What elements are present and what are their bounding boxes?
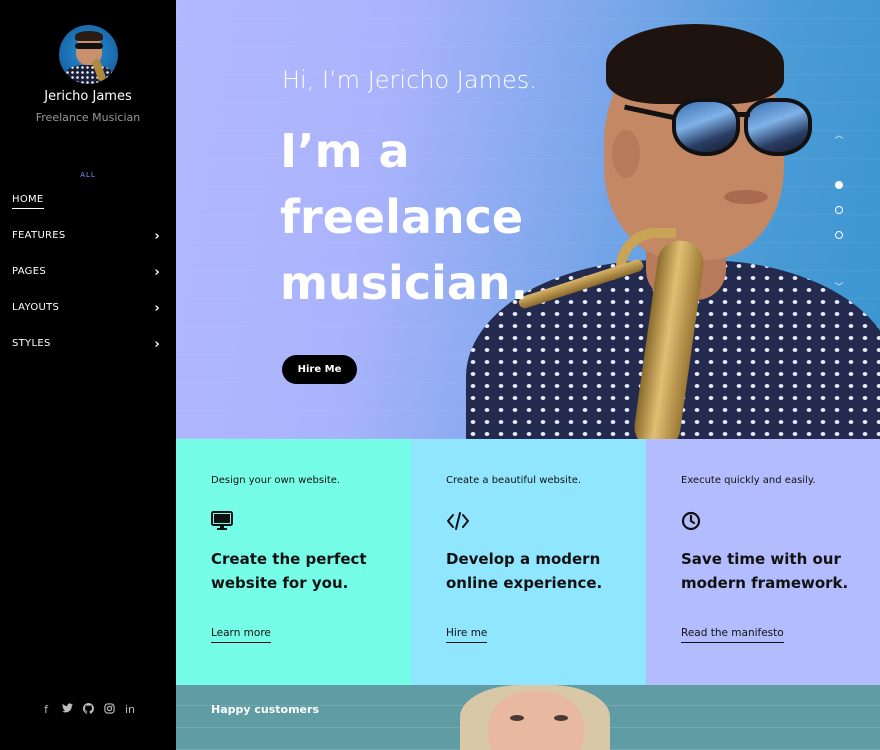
instagram-icon[interactable] — [103, 703, 116, 717]
nav-item-styles[interactable]: STYLES › — [12, 336, 164, 372]
nav-item-label: LAYOUTS — [12, 302, 60, 313]
feature-tag: Execute quickly and easily. — [681, 475, 816, 486]
nav-item-pages[interactable]: PAGES › — [12, 264, 164, 300]
feature-card-design: Design your own website. Create the perf… — [176, 439, 411, 685]
monitor-icon — [211, 511, 235, 533]
chevron-down-icon[interactable]: ﹀ — [832, 280, 846, 293]
nav-item-label: PAGES — [12, 266, 46, 277]
slide-dot-1[interactable] — [835, 181, 843, 189]
social-links: f in — [0, 702, 176, 717]
feature-card-save-time: Execute quickly and easily. Save time wi… — [646, 439, 880, 685]
customers-section: Happy customers — [176, 685, 880, 750]
code-icon — [446, 511, 470, 533]
main-nav: HOME FEATURES › PAGES › LAYOUTS › STYLES… — [12, 192, 164, 372]
slide-dot-3[interactable] — [835, 231, 843, 239]
nav-item-label: STYLES — [12, 338, 51, 349]
avatar[interactable] — [59, 25, 118, 84]
chevron-right-icon: › — [154, 265, 160, 280]
hire-me-button[interactable]: Hire Me — [282, 355, 357, 384]
feature-title: Develop a modern online experience. — [446, 550, 603, 592]
nav-filter-label: ALL — [80, 171, 96, 179]
github-icon[interactable] — [82, 702, 95, 717]
hero-greeting: Hi, I’m Jericho James. — [282, 66, 537, 94]
feature-title: Save time with our modern framework. — [681, 550, 849, 592]
feature-card-develop: Create a beautiful website. Develop a mo… — [411, 439, 646, 685]
chevron-right-icon: › — [154, 337, 160, 352]
feature-title: Create the perfect website for you. — [211, 550, 367, 592]
read-manifesto-link[interactable]: Read the manifesto — [681, 627, 784, 643]
nav-item-features[interactable]: FEATURES › — [12, 228, 164, 264]
nav-item-label: HOME — [12, 192, 44, 209]
feature-tag: Design your own website. — [211, 475, 341, 486]
nav-item-layouts[interactable]: LAYOUTS › — [12, 300, 164, 336]
learn-more-link[interactable]: Learn more — [211, 627, 271, 643]
customers-heading: Happy customers — [211, 703, 319, 716]
facebook-icon[interactable]: f — [40, 703, 53, 717]
feature-tag: Create a beautiful website. — [446, 475, 582, 486]
chevron-up-icon[interactable]: ︿ — [832, 128, 846, 141]
sidebar: Jericho James Freelance Musician ALL HOM… — [0, 0, 176, 750]
profile-role: Freelance Musician — [35, 111, 141, 124]
hire-me-link[interactable]: Hire me — [446, 627, 488, 643]
twitter-icon[interactable] — [61, 703, 74, 717]
clock-icon — [681, 511, 705, 533]
chevron-right-icon: › — [154, 229, 160, 244]
nav-item-label: FEATURES — [12, 230, 66, 241]
hero-headline: I’m a freelance musician. — [280, 124, 529, 310]
chevron-right-icon: › — [154, 301, 160, 316]
profile-name[interactable]: Jericho James — [0, 89, 176, 104]
nav-item-home[interactable]: HOME — [12, 192, 164, 228]
linkedin-icon[interactable]: in — [124, 703, 137, 717]
hero-section: Hi, I’m Jericho James. I’m a freelance m… — [176, 0, 880, 439]
slide-dot-2[interactable] — [835, 206, 843, 214]
